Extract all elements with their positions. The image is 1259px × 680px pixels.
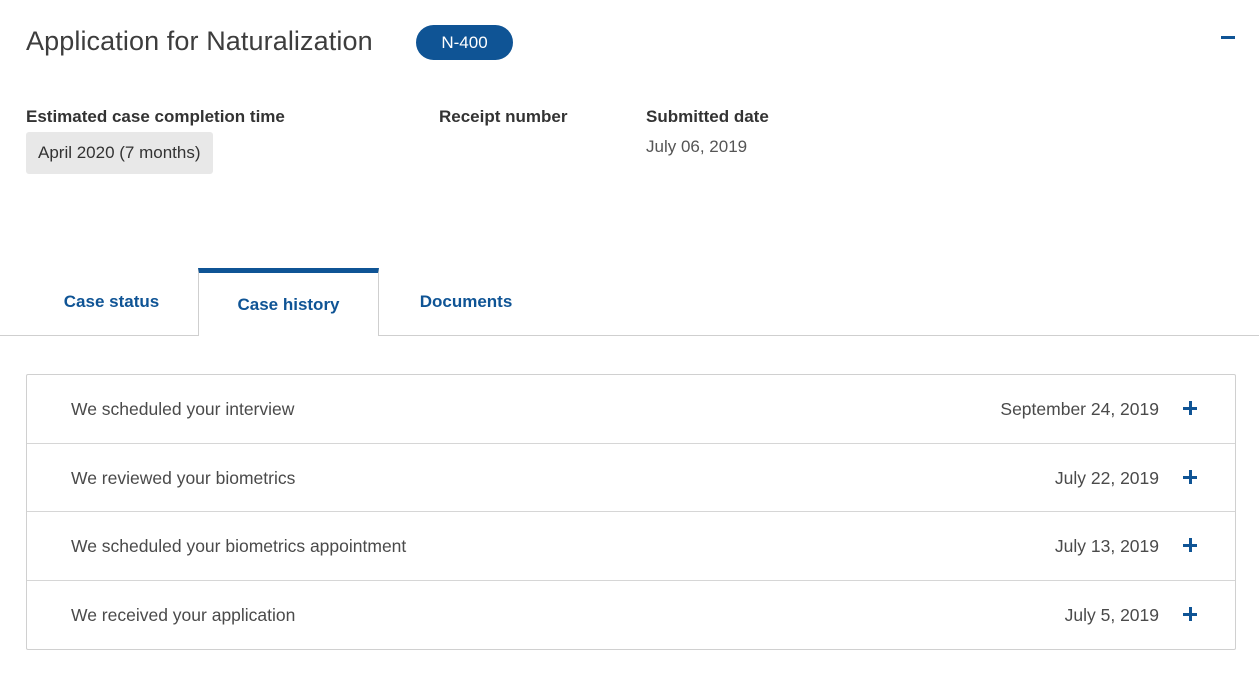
receipt-number-label: Receipt number xyxy=(439,107,568,126)
history-item-title: We reviewed your biometrics xyxy=(71,467,296,488)
case-title: Application for Naturalization xyxy=(26,26,373,56)
submitted-date-value: July 06, 2019 xyxy=(646,137,748,156)
history-item[interactable]: We reviewed your biometrics July 22, 201… xyxy=(27,444,1235,512)
estimated-time-label: Estimated case completion time xyxy=(26,107,285,126)
tab-case-status[interactable]: Case status xyxy=(26,268,197,336)
case-history-list: We scheduled your interview September 24… xyxy=(26,374,1236,650)
history-item-date: July 13, 2019 xyxy=(1054,536,1159,556)
collapse-button[interactable] xyxy=(1218,24,1240,50)
plus-icon[interactable] xyxy=(1183,469,1197,484)
submitted-date-label: Submitted date xyxy=(646,107,769,126)
history-item-date: July 22, 2019 xyxy=(1054,467,1159,488)
history-item-title: We scheduled your biometrics appointment xyxy=(71,536,407,556)
plus-icon[interactable] xyxy=(1183,538,1197,552)
history-item-title: We received your application xyxy=(71,604,296,625)
minus-icon xyxy=(1221,36,1235,39)
estimated-time-value: April 2020 (7 months) xyxy=(26,132,213,174)
tab-case-history[interactable]: Case history xyxy=(198,268,379,336)
history-item-date: September 24, 2019 xyxy=(1000,399,1159,419)
case-card: Application for Naturalization N-400 Est… xyxy=(0,0,1259,680)
history-item[interactable]: We scheduled your interview September 24… xyxy=(27,375,1235,444)
history-item-title: We scheduled your interview xyxy=(71,399,295,419)
history-item[interactable]: We scheduled your biometrics appointment… xyxy=(27,512,1235,581)
plus-icon[interactable] xyxy=(1183,401,1197,415)
history-item[interactable]: We received your application July 5, 201… xyxy=(27,581,1235,650)
form-badge: N-400 xyxy=(416,25,513,60)
tab-documents[interactable]: Documents xyxy=(380,268,552,336)
history-item-date: July 5, 2019 xyxy=(1064,604,1159,625)
plus-icon[interactable] xyxy=(1183,606,1197,621)
